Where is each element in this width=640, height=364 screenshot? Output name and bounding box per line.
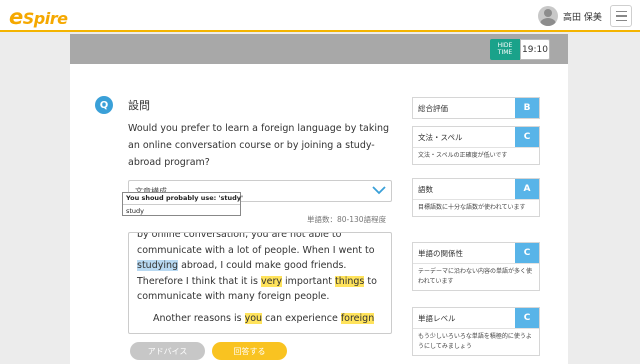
suggestion-message: You shoud probably use: 'study'	[123, 193, 243, 204]
score-panel-word-count: 語数 A 目標語数に十分な語数が使われています	[412, 178, 540, 217]
question-title: 設問	[128, 99, 150, 112]
panel-title: 文法・スペル	[418, 132, 463, 142]
user-name: 高田 保美	[563, 12, 602, 23]
panel-description: 目標語数に十分な語数が使われています	[413, 199, 539, 216]
question-badge-icon: Q	[95, 96, 113, 114]
hide-time-button[interactable]: HIDE TIME	[490, 39, 520, 60]
grade-badge: C	[515, 127, 539, 147]
essay-textarea[interactable]: by online conversation, you are not able…	[128, 232, 392, 334]
panel-description: テーデーマに沿わない内容の単語が多く使われています	[413, 263, 539, 290]
hamburger-menu-icon[interactable]	[610, 5, 632, 27]
chevron-down-icon[interactable]	[372, 184, 386, 196]
panel-title: 単語レベル	[418, 313, 456, 323]
panel-title: 総合評価	[418, 103, 448, 113]
panel-description: もう少しいろいろな単語を積極的に使うようにしてみましょう	[413, 328, 539, 355]
word-count-hint: 単語数：80-130語程度	[307, 215, 387, 224]
panel-title: 語数	[418, 184, 433, 194]
timer-display: 19:10	[520, 39, 550, 60]
grade-badge: B	[515, 98, 539, 118]
flagged-word[interactable]: very	[260, 275, 282, 287]
question-text: Would you prefer to learn a foreign lang…	[128, 123, 390, 168]
submit-answer-button[interactable]: 回答する	[212, 342, 287, 360]
grade-badge: A	[515, 179, 539, 199]
advice-button[interactable]: アドバイス	[130, 342, 205, 360]
user-menu[interactable]: 高田 保美	[538, 5, 602, 27]
avatar-icon	[538, 6, 558, 26]
grade-badge: C	[515, 308, 539, 328]
essay-paragraph-2: Another reasons is you can experience fo…	[153, 312, 375, 324]
flagged-word[interactable]: foreign	[340, 312, 375, 324]
flagged-word[interactable]: you	[244, 312, 263, 324]
spell-suggestion-tooltip: You shoud probably use: 'study' study	[122, 192, 243, 216]
grade-badge: C	[515, 243, 539, 263]
score-panel-grammar: 文法・スペル C 文法・スペルの正確度が低いです	[412, 126, 540, 165]
score-panel-vocabulary: 単語レベル C もう少しいろいろな単語を積極的に使うようにしてみましょう	[412, 307, 540, 356]
suggestion-option[interactable]: study	[123, 204, 240, 216]
flagged-word[interactable]: things	[334, 275, 365, 287]
panel-description: 文法・スペルの正確度が低いです	[413, 147, 539, 164]
flagged-word[interactable]: studying	[137, 260, 179, 271]
essay-paragraph-1: communicate with a lot of people. When I…	[137, 244, 377, 302]
espire-logo[interactable]: eSpire	[9, 5, 68, 29]
top-header: eSpire 高田 保美	[0, 0, 640, 32]
score-panel-relevance: 単語の関係性 C テーデーマに沿わない内容の単語が多く使われています	[412, 242, 540, 291]
panel-title: 単語の関係性	[418, 248, 463, 258]
essay-line: by online conversation, you are not able…	[137, 232, 342, 240]
score-panel-overall: 総合評価 B	[412, 97, 540, 119]
